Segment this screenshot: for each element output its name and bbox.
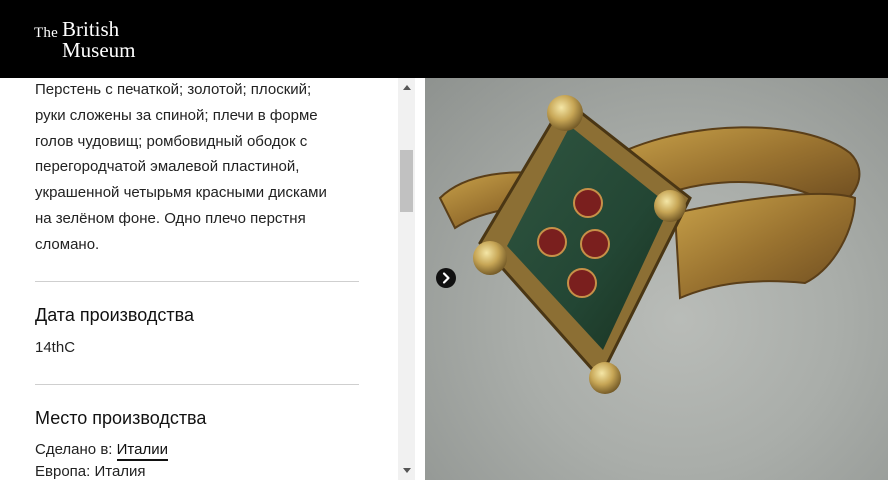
scroll-up-arrow-icon[interactable] — [398, 80, 415, 94]
region-row: Европа: Италия — [35, 463, 365, 480]
scrollbar-thumb[interactable] — [400, 150, 413, 212]
section-divider — [35, 280, 359, 282]
logo-british: British — [62, 17, 120, 41]
object-image — [425, 78, 888, 480]
description-line: Перстень с печаткой; золотой; плоский; — [35, 81, 312, 98]
description-line: руки сложены за спиной; плечи в форме — [35, 106, 318, 124]
section-divider — [35, 383, 359, 385]
description-line: перегородчатой эмалевой пластиной, — [35, 158, 300, 176]
scroll-down-arrow-icon[interactable] — [398, 464, 415, 478]
object-details-panel[interactable]: Перстень с печаткой; золотой; плоский; р… — [0, 78, 418, 480]
logo-the: The — [34, 25, 58, 41]
description-line: сломано. — [35, 235, 100, 253]
made-in-link[interactable]: Италии — [116, 440, 168, 461]
site-header: The British Museum — [0, 0, 888, 78]
production-date-title: Дата производства — [35, 304, 195, 325]
object-details-content: Перстень с печаткой; золотой; плоский; р… — [35, 78, 365, 480]
ring-photo — [438, 95, 861, 394]
logo-museum: Museum — [62, 38, 136, 62]
description-line: украшенной четырьмя красными дисками — [35, 184, 327, 202]
chevron-right-icon — [442, 272, 450, 284]
description-line: голов чудовищ; ромбовидный ободок с — [35, 132, 308, 150]
region-label: Европа: — [35, 462, 91, 480]
next-image-button[interactable] — [436, 268, 456, 288]
details-scrollbar[interactable] — [398, 78, 415, 480]
region-value: Италия — [94, 462, 146, 480]
production-place-title: Место производства — [35, 407, 207, 428]
object-description: Перстень с печаткой; золотой; плоский; р… — [35, 78, 365, 258]
description-line: на зелёном фоне. Одно плечо перстня — [35, 209, 306, 227]
made-in-row: Сделано в: Италии — [35, 440, 365, 461]
made-in-label: Сделано в: — [35, 440, 113, 458]
production-date-value: 14thC — [35, 338, 76, 356]
